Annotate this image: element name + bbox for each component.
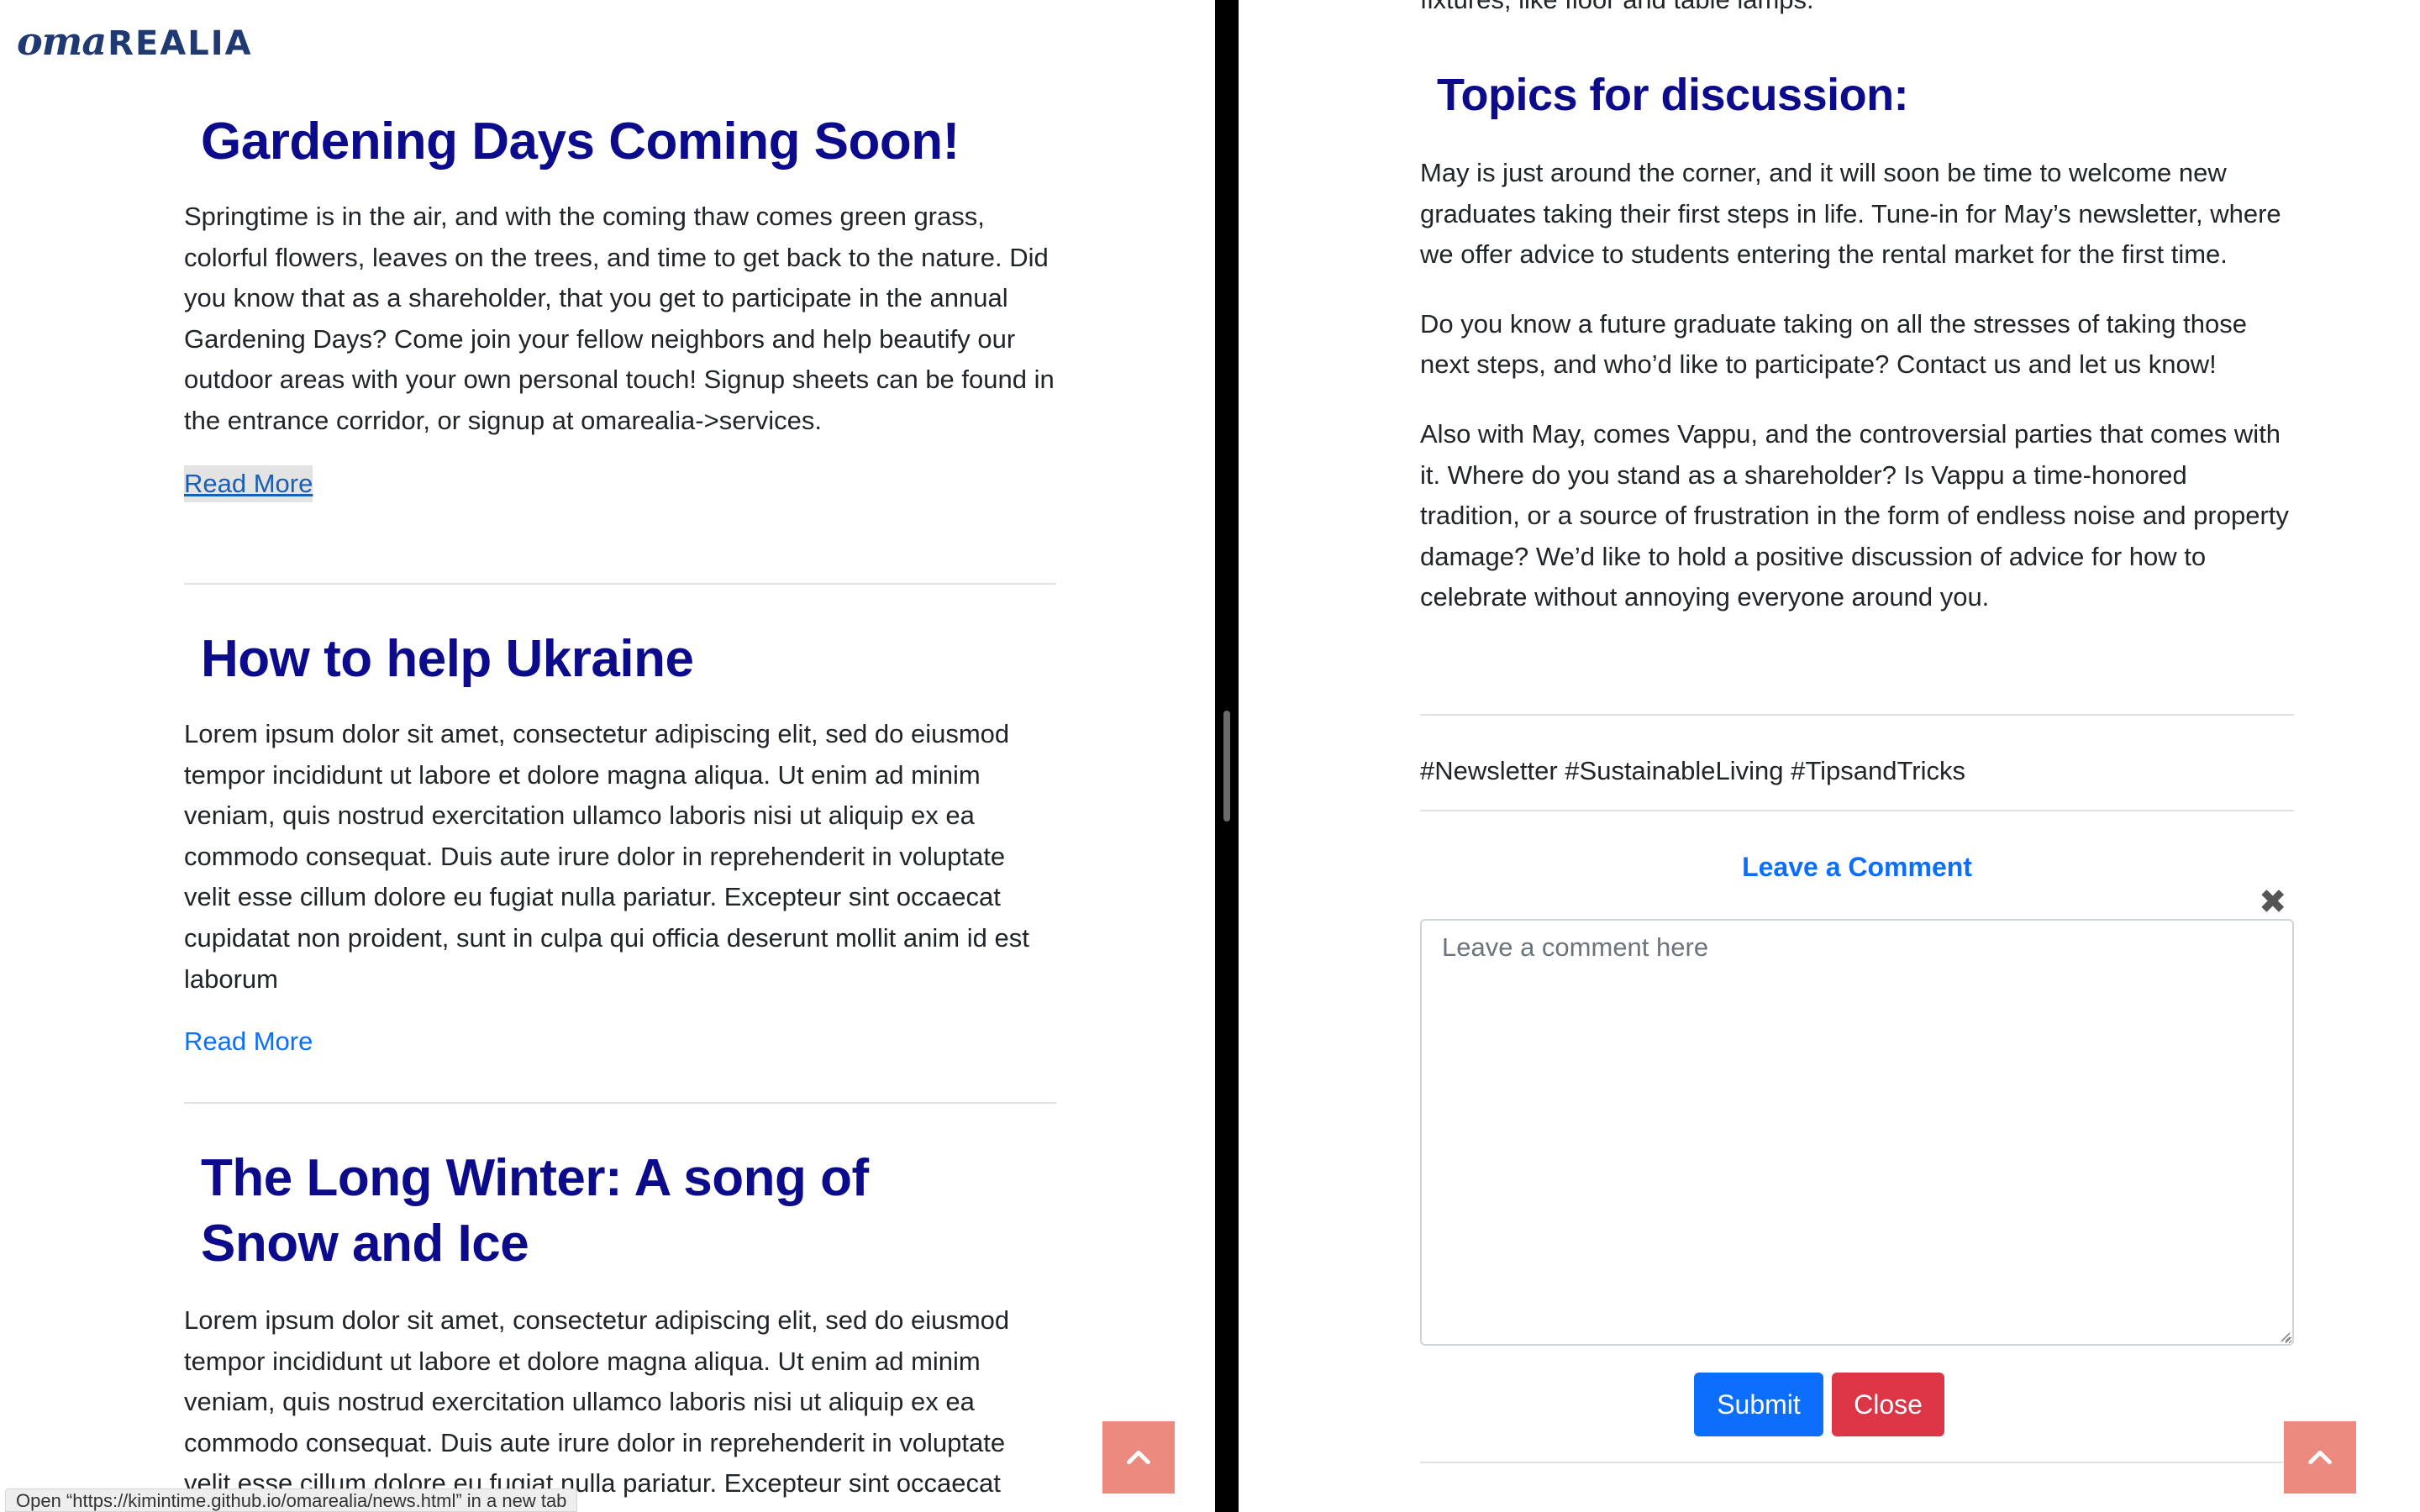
omarealia-logo[interactable]: oma REALIA [17, 18, 253, 64]
divider [184, 583, 1056, 585]
link-status-bar: Open “https://kimintime.github.io/omarea… [5, 1488, 578, 1512]
article-body: Lorem ipsum dolor sit amet, consectetur … [184, 719, 1029, 994]
hashtags: #Newsletter #SustainableLiving #TipsandT… [1420, 756, 1966, 785]
divider-handle[interactable] [1223, 711, 1230, 822]
paragraph: May is just around the corner, and it wi… [1420, 158, 2281, 270]
left-pane: oma REALIA Gardening Days Coming Soon! S… [0, 0, 1215, 1512]
read-more-link[interactable]: Read More [184, 1023, 313, 1060]
divider [1420, 810, 2294, 811]
divider [1420, 1462, 2294, 1463]
leave-comment-heading[interactable]: Leave a Comment [1420, 848, 2294, 885]
chevron-up-icon [1127, 1450, 1150, 1465]
right-pane: fixtures, like floor and table lamps. To… [1239, 0, 2420, 1512]
submit-button[interactable]: Submit [1694, 1373, 1823, 1436]
resize-grip-icon[interactable] [2277, 1329, 2291, 1342]
paragraph: Do you know a future graduate taking on … [1420, 308, 2247, 380]
logo-caps: REALIA [108, 24, 253, 63]
scroll-to-top-button[interactable] [2284, 1421, 2356, 1494]
comment-textarea[interactable] [1420, 919, 2294, 1346]
divider [1420, 714, 2294, 716]
read-more-link[interactable]: Read More [184, 465, 313, 502]
article-gardening-days: Gardening Days Coming Soon! Springtime i… [184, 109, 1056, 502]
split-view-divider[interactable] [1215, 0, 1239, 1512]
chevron-up-icon [2308, 1450, 2332, 1465]
topics-body: May is just around the corner, and it wi… [1420, 153, 2294, 647]
topics-heading: Topics for discussion: [1437, 70, 1909, 120]
article-title: Gardening Days Coming Soon! [201, 113, 960, 171]
cut-off-text: fixtures, like floor and table lamps. [1420, 0, 1814, 17]
close-button[interactable]: Close [1832, 1373, 1944, 1436]
article-title: The Long Winter: A song of Snow and Ice [201, 1149, 869, 1273]
article-body: Springtime is in the air, and with the c… [184, 202, 1055, 435]
close-icon[interactable]: ✖ [2259, 885, 2287, 919]
article-help-ukraine: How to help Ukraine Lorem ipsum dolor si… [184, 627, 1056, 1060]
article-body: Lorem ipsum dolor sit amet, consectetur … [184, 1305, 1029, 1512]
logo-script: oma [17, 18, 107, 64]
divider [184, 1102, 1056, 1104]
article-long-winter: The Long Winter: A song of Snow and Ice … [184, 1146, 1056, 1512]
article-title: How to help Ukraine [201, 630, 694, 688]
paragraph: Also with May, comes Vappu, and the cont… [1420, 418, 2289, 612]
scroll-to-top-button[interactable] [1102, 1421, 1175, 1494]
